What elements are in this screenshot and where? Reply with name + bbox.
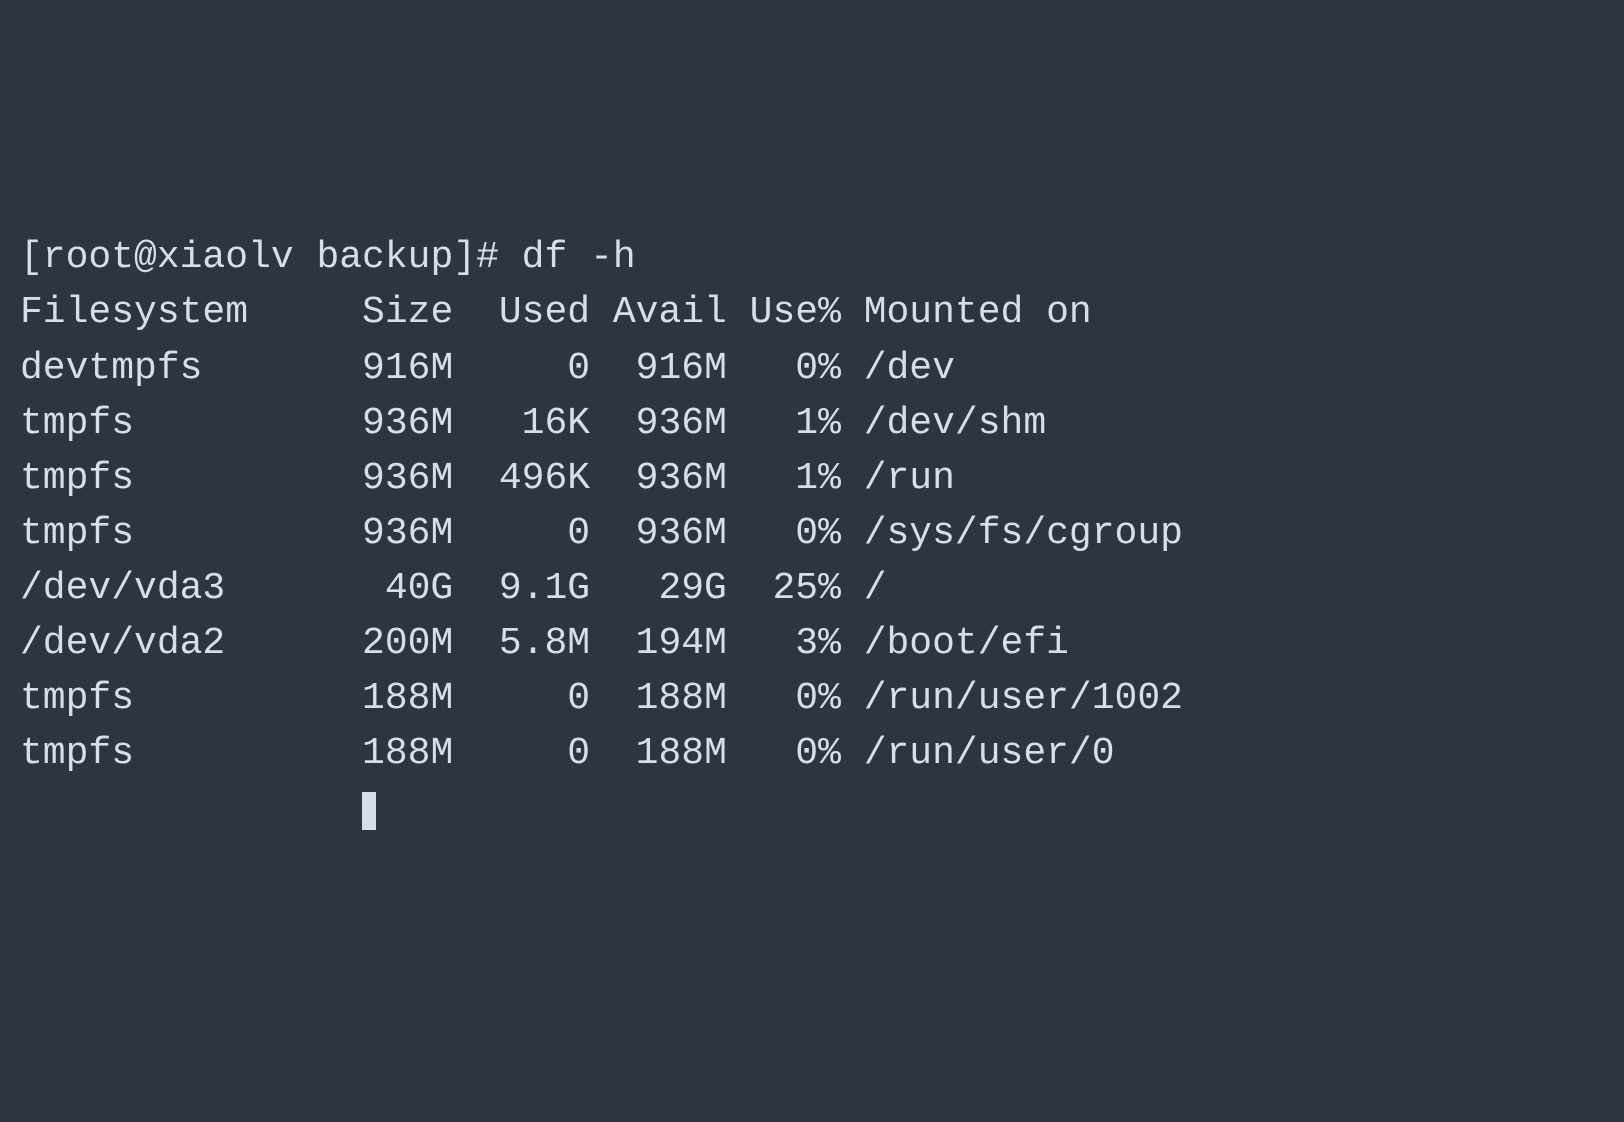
df-header-row: FilesystemSizeUsedAvailUse%Mounted on [20, 285, 1604, 340]
cell-use-pct: 25% [727, 561, 841, 616]
cell-avail: 936M [590, 451, 727, 506]
cell-filesystem: tmpfs [20, 726, 316, 781]
cell-used: 5.8M [453, 616, 590, 671]
cell-use-pct: 1% [727, 451, 841, 506]
df-row: /dev/vda340G9.1G29G25%/ [20, 561, 1604, 616]
cell-size: 936M [316, 396, 453, 451]
cell-use-pct: 1% [727, 396, 841, 451]
cell-use-pct: 0% [727, 671, 841, 726]
header-mounted: Mounted on [841, 285, 1092, 340]
cell-mounted: /dev [841, 341, 955, 396]
header-use-pct: Use% [727, 285, 841, 340]
cell-avail: 194M [590, 616, 727, 671]
cell-avail: 936M [590, 506, 727, 561]
header-used: Used [453, 285, 590, 340]
header-size: Size [316, 285, 453, 340]
shell-prompt-line: [root@xiaolv backup]# df -h [20, 230, 1604, 285]
cell-filesystem: tmpfs [20, 396, 316, 451]
cell-used: 16K [453, 396, 590, 451]
cell-mounted: /boot/efi [841, 616, 1069, 671]
df-row: /dev/vda2200M5.8M194M3%/boot/efi [20, 616, 1604, 671]
cell-filesystem: /dev/vda2 [20, 616, 316, 671]
cell-use-pct: 3% [727, 616, 841, 671]
df-row: tmpfs188M0188M0%/run/user/1002 [20, 671, 1604, 726]
cell-mounted: /dev/shm [841, 396, 1046, 451]
cursor-line [20, 781, 1604, 836]
cell-mounted: / [841, 561, 887, 616]
cell-avail: 188M [590, 671, 727, 726]
cell-avail: 916M [590, 341, 727, 396]
df-rows: devtmpfs916M0916M0%/devtmpfs936M16K936M1… [20, 341, 1604, 782]
cell-used: 496K [453, 451, 590, 506]
cell-filesystem: tmpfs [20, 451, 316, 506]
cell-size: 200M [316, 616, 453, 671]
df-row: tmpfs188M0188M0%/run/user/0 [20, 726, 1604, 781]
cell-used: 0 [453, 506, 590, 561]
df-row: tmpfs936M0936M0%/sys/fs/cgroup [20, 506, 1604, 561]
cell-use-pct: 0% [727, 726, 841, 781]
df-row: tmpfs936M16K936M1%/dev/shm [20, 396, 1604, 451]
cell-filesystem: devtmpfs [20, 341, 316, 396]
header-avail: Avail [590, 285, 727, 340]
terminal-cursor [362, 792, 376, 830]
cell-avail: 188M [590, 726, 727, 781]
cell-used: 9.1G [453, 561, 590, 616]
df-row: tmpfs936M496K936M1%/run [20, 451, 1604, 506]
cell-mounted: /run [841, 451, 955, 506]
cell-size: 936M [316, 506, 453, 561]
cell-mounted: /sys/fs/cgroup [841, 506, 1183, 561]
cell-used: 0 [453, 341, 590, 396]
cell-use-pct: 0% [727, 506, 841, 561]
cell-mounted: /run/user/1002 [841, 671, 1183, 726]
cell-size: 936M [316, 451, 453, 506]
cell-size: 916M [316, 341, 453, 396]
cell-size: 40G [316, 561, 453, 616]
cell-filesystem: tmpfs [20, 671, 316, 726]
cell-used: 0 [453, 671, 590, 726]
cell-filesystem: tmpfs [20, 506, 316, 561]
cell-size: 188M [316, 726, 453, 781]
cell-filesystem: /dev/vda3 [20, 561, 316, 616]
cell-use-pct: 0% [727, 341, 841, 396]
cell-mounted: /run/user/0 [841, 726, 1115, 781]
cell-used: 0 [453, 726, 590, 781]
cell-avail: 29G [590, 561, 727, 616]
df-row: devtmpfs916M0916M0%/dev [20, 341, 1604, 396]
cell-size: 188M [316, 671, 453, 726]
cell-avail: 936M [590, 396, 727, 451]
header-filesystem: Filesystem [20, 285, 316, 340]
